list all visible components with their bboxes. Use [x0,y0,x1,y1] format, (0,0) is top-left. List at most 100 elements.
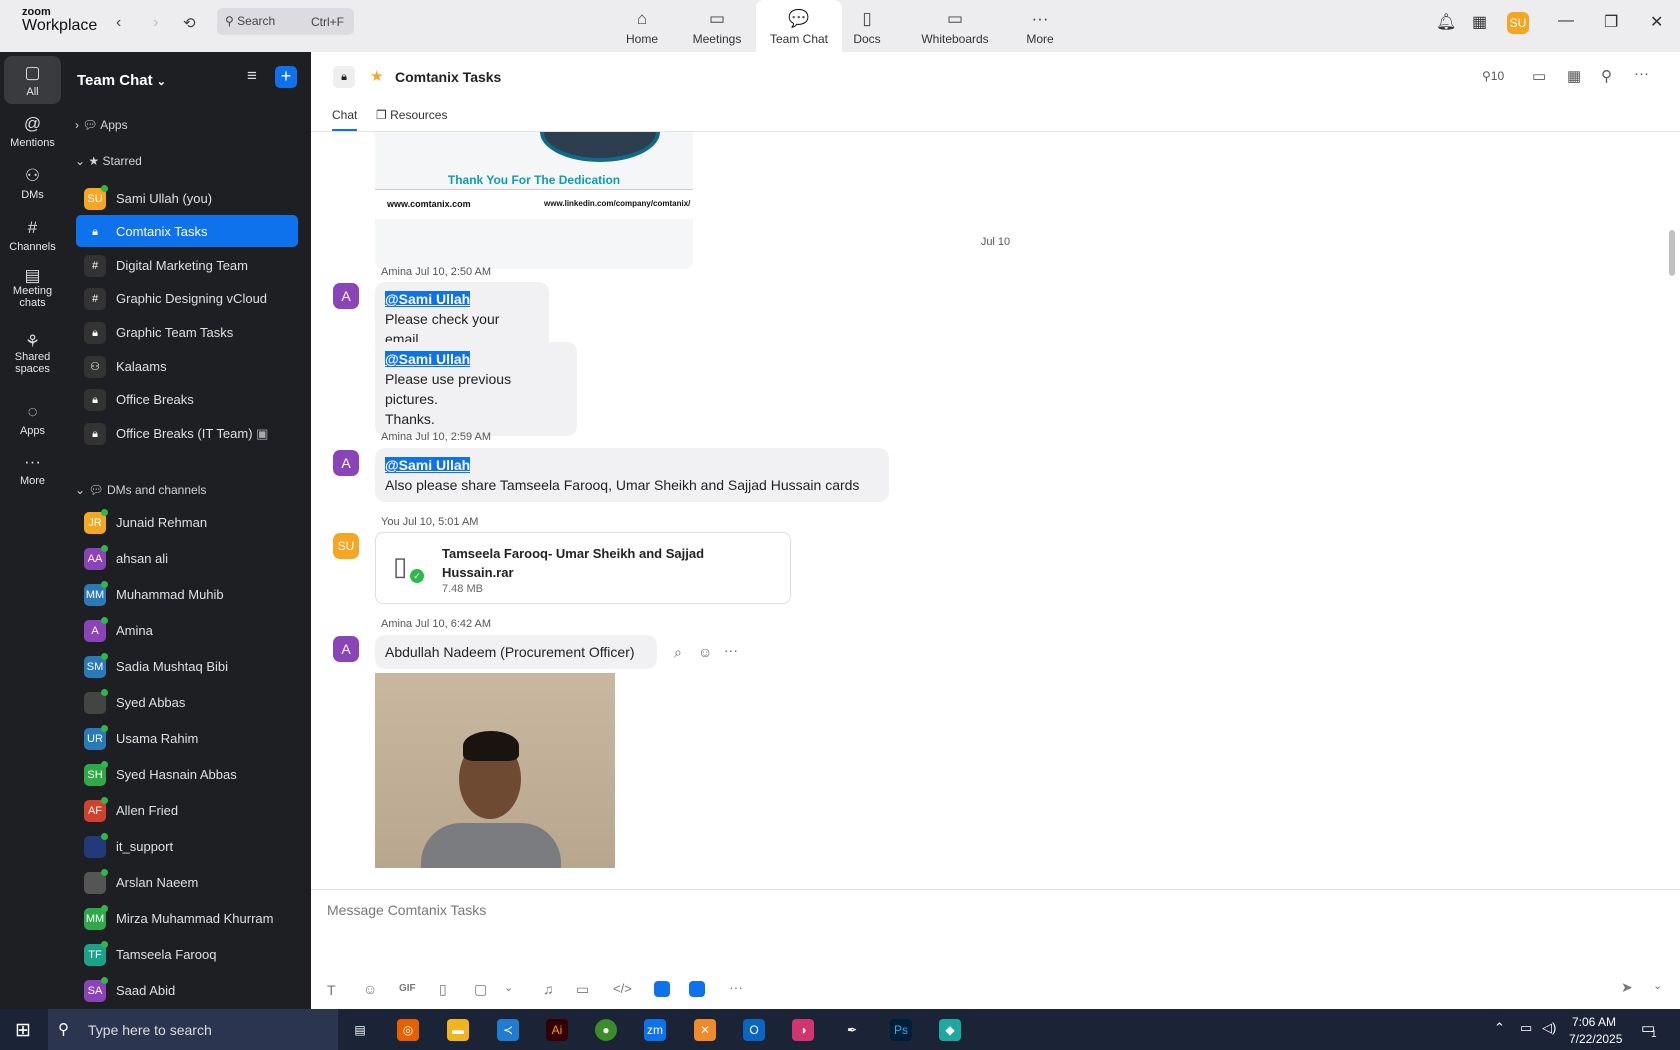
gif-button[interactable]: GIF [399,983,416,994]
sidebar-item-dm[interactable]: SH Syed Hasnain Abbas [76,758,298,790]
calendar-icon[interactable]: ▦ [1472,12,1487,32]
app-icon[interactable] [654,981,670,997]
xampp-icon[interactable]: ✕ [694,1019,716,1041]
sidebar-item-graphic-team-tasks[interactable]: 🔒︎ Graphic Team Tasks [76,316,298,348]
chevron-down-icon[interactable]: ⌄ [1653,979,1662,992]
pen-tool-icon[interactable]: ✒ [841,1019,863,1041]
rail-all[interactable]: ▢ All [4,56,61,104]
close-icon[interactable]: ✕ [1650,12,1663,32]
star-icon[interactable]: ★ [370,67,383,85]
sidebar-item-office-breaks[interactable]: 🔒︎ Office Breaks [76,383,298,415]
avatar[interactable]: SU [333,533,359,559]
video-message-icon[interactable]: ▭ [576,981,589,998]
network-icon[interactable]: ▭ [1520,1020,1532,1036]
bell-icon[interactable]: 🔔︎ [1436,12,1456,32]
message-bubble[interactable]: @Sami Ullah Please use previous pictures… [375,342,577,436]
sidebar-item-dm[interactable]: AF Allen Fried [76,794,298,826]
sidebar-item-dm[interactable]: A Amina [76,614,298,646]
taskbar-search[interactable]: ⚲ Type here to search [48,1009,338,1050]
history-icon[interactable]: ⟲ [183,14,196,32]
tab-chat[interactable]: Chat [332,108,358,131]
tab-resources[interactable]: ❐ Resources [376,108,447,122]
sidebar-item-office-breaks-it[interactable]: 🔒︎ Office Breaks (IT Team) ▣ [76,417,298,449]
avatar[interactable]: A [333,636,359,662]
send-icon[interactable]: ➤ [1621,979,1633,996]
outlook-icon[interactable]: O [743,1019,765,1041]
sidebar-item-sami-ullah[interactable]: SU Sami Ullah (you) [76,182,298,214]
rail-more[interactable]: ··· More [4,452,61,487]
task-view-icon[interactable]: ▤ [349,1019,371,1041]
message-input[interactable]: Message Comtanix Tasks [327,902,486,918]
more-dots-icon[interactable]: ··· [1634,65,1649,82]
app-icon[interactable]: ◆ [939,1019,961,1041]
file-explorer-icon[interactable]: ▬ [447,1019,469,1041]
video-camera-icon[interactable]: ▭ [1532,67,1546,85]
volume-icon[interactable]: ◁) [1542,1020,1556,1036]
sidebar-item-kalaams[interactable]: ⚇ Kalaams [76,350,298,382]
channel-title[interactable]: Comtanix Tasks [395,69,501,85]
chrome-icon[interactable]: ● [595,1019,617,1041]
apps-section[interactable]: › 💬︎ Apps [75,118,128,132]
sidebar-item-dm[interactable]: UR Usama Rahim [76,722,298,754]
more-dots-icon[interactable]: ··· [724,642,738,658]
tab-docs[interactable]: ▯ Docs [824,0,910,52]
sidebar-item-graphic-designing[interactable]: # Graphic Designing vCloud [76,282,298,314]
starred-section[interactable]: ⌄ ★ Starred [75,154,142,168]
file-attachment[interactable]: ▯ ✓ Tamseela Farooq- Umar Sheikh and Saj… [375,532,791,604]
rail-channels[interactable]: # Channels [4,218,61,253]
mention[interactable]: @Sami Ullah [385,291,471,307]
sidebar-item-dm[interactable]: MM Mirza Muhammad Khurram [76,902,298,934]
rail-meeting-chats[interactable]: ▤ Meeting chats [4,267,61,309]
members-button[interactable]: ⚲10 [1482,69,1504,83]
file-icon[interactable]: ▯ [439,981,447,998]
chevron-down-icon[interactable]: ⌄ [504,981,513,994]
rail-shared-spaces[interactable]: ⚘ Shared spaces [4,333,61,375]
emoji-icon[interactable]: ☺ [698,644,712,660]
mention[interactable]: @Sami Ullah [385,351,471,367]
avatar[interactable]: A [333,283,359,309]
sidebar-item-dm[interactable]: JR Junaid Rehman [76,506,298,538]
sidebar-item-dm[interactable]: TF Tamseela Farooq [76,938,298,970]
sidebar-item-digital-marketing[interactable]: # Digital Marketing Team [76,249,298,281]
banner-image[interactable]: Thank You For The Dedication www.comtani… [375,132,693,269]
sidebar-item-dm[interactable]: Syed Abbas [76,686,298,718]
filter-icon[interactable]: ≡ [247,66,257,86]
tab-whiteboards[interactable]: ▭ Whiteboards [911,0,999,52]
rail-mentions[interactable]: @ Mentions [4,114,61,149]
user-avatar[interactable]: SU [1507,12,1529,34]
forward-arrow-icon[interactable]: › [153,14,158,32]
reply-icon[interactable]: ⌕ [674,644,682,661]
search-icon[interactable]: ⚲ [1601,67,1612,85]
dms-section[interactable]: ⌄ 💬︎ DMs and channels [75,483,206,497]
tab-meetings[interactable]: ▭ Meetings [674,0,760,52]
sidebar-item-dm[interactable]: AA ahsan ali [76,542,298,574]
windows-start-icon[interactable]: ⊞ [15,1019,31,1042]
mention[interactable]: @Sami Ullah [385,457,471,473]
rail-dms[interactable]: ⚇ DMs [4,166,61,201]
text-format-icon[interactable]: T [327,982,336,998]
message-bubble[interactable]: @Sami Ullah Also please share Tamseela F… [375,448,889,502]
vscode-icon[interactable]: ≺ [497,1019,519,1041]
illustrator-icon[interactable]: Ai [546,1019,568,1041]
avatar[interactable]: A [333,450,359,476]
add-button[interactable]: + [275,66,297,88]
creative-cloud-icon[interactable]: ◑ [792,1019,814,1041]
code-icon[interactable]: </> [613,981,632,996]
firefox-icon[interactable]: ◎ [397,1019,419,1041]
zoom-icon[interactable]: zm [644,1019,666,1041]
more-dots-icon[interactable]: ··· [729,979,743,995]
sidebar-item-dm[interactable]: SM Sadia Mushtaq Bibi [76,650,298,682]
message-bubble[interactable]: Abdullah Nadeem (Procurement Officer) [375,635,657,669]
rail-apps[interactable]: ◌ Apps [4,402,61,437]
sidebar-item-dm[interactable]: SA Saad Abid [76,974,298,1006]
photoshop-icon[interactable]: Ps [890,1019,912,1041]
app-icon[interactable] [689,981,705,997]
photo-image[interactable] [375,673,615,868]
chevron-up-icon[interactable]: ⌃ [1494,1020,1505,1036]
back-arrow-icon[interactable]: ‹ [116,14,121,32]
screenshot-icon[interactable]: ▢ [474,981,487,998]
microphone-icon[interactable]: ♫ [543,981,554,997]
restore-icon[interactable]: ❐ [1604,12,1618,32]
sidebar-title[interactable]: Team Chat ⌄ [77,72,166,89]
sidebar-item-comtanix-tasks[interactable]: 🔒︎ Comtanix Tasks [76,215,298,247]
